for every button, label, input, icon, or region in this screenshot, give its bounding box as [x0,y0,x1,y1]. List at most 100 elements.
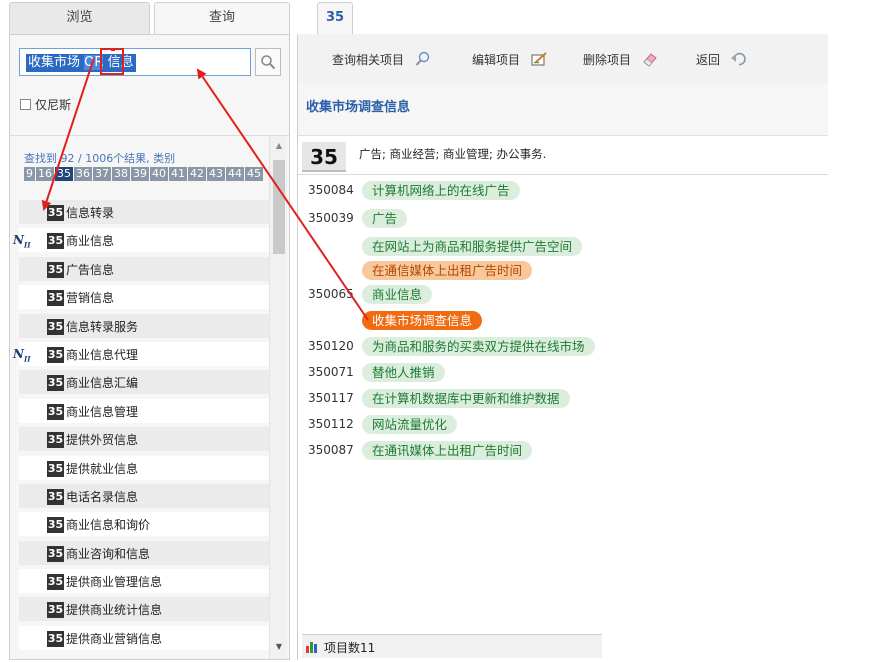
result-label: 商业信息 [66,234,115,249]
class-chip-45[interactable]: 45 [245,167,263,181]
result-item[interactable]: 35 提供商业营销信息 [10,623,269,651]
result-item[interactable]: 35 信息转录 [10,197,269,225]
class-chip-43[interactable]: 43 [207,167,225,181]
result-label: 提供商业管理信息 [66,575,163,590]
class-filter-chips: 9 16 35 36 37 38 39 40 41 42 43 44 45 [24,166,264,181]
item-pill[interactable]: 在通讯媒体上出租广告时间 [362,441,533,460]
tab-browse[interactable]: 浏览 [9,2,150,34]
result-item[interactable]: 35 商业信息汇编 [10,367,269,395]
delete-item-label: 删除项目 [583,53,632,67]
result-item[interactable]: 35 商业咨询和信息 [10,538,269,566]
delete-item-button[interactable]: 删除项目 [583,51,659,69]
magnifier-icon [415,51,430,66]
item-pill[interactable]: 为商品和服务的买卖双方提供在线市场 [362,337,595,356]
class-chip-37[interactable]: 37 [93,167,111,181]
scroll-down-arrow-icon[interactable]: ▼ [270,642,288,652]
item-pill[interactable]: 替他人推销 [362,363,445,382]
class-chip-39[interactable]: 39 [131,167,149,181]
edit-item-button[interactable]: 编辑项目 [472,51,548,69]
similar-item-row: 在通信媒体上出租广告时间 [298,260,828,282]
class-badge: 35 [47,460,64,477]
class-badge: 35 [47,233,64,250]
result-label: 提供商业统计信息 [66,603,163,618]
class-badge: 35 [47,261,64,278]
detail-panel: 查询相关项目 编辑项目 删除项目 返回 收集市场调查信息 35 广告; 商业经营… [297,34,828,660]
result-item[interactable]: 35 提供外贸信息 [10,424,269,452]
left-panel: 浏览 查询 收集市场 OR 信息 仅尼斯 查找到 92 / 1006个结果, 类… [9,2,290,660]
item-pill[interactable]: 在通信媒体上出租广告时间 [362,261,533,280]
result-label: 电话名录信息 [66,489,139,504]
search-bar: 收集市场 OR 信息 [19,48,281,78]
result-item[interactable]: 35 信息转录服务 [10,311,269,339]
toolbar: 查询相关项目 编辑项目 删除项目 返回 [298,34,828,84]
annotation-highlight-box [100,48,124,75]
item-pill[interactable]: 广告 [362,209,408,228]
item-pill[interactable]: 在网站上为商品和服务提供广告空间 [362,237,583,256]
class-badge: 35 [47,630,64,647]
result-item[interactable]: 35 电话名录信息 [10,481,269,509]
class-chip-42[interactable]: 42 [188,167,206,181]
result-label: 商业信息和询价 [66,518,151,533]
scroll-up-arrow-icon[interactable]: ▲ [270,141,288,151]
class-chip-16[interactable]: 16 [36,167,54,181]
class-chip-40[interactable]: 40 [150,167,168,181]
class-badge: 35 [47,403,64,420]
result-item[interactable]: 35 提供就业信息 [10,453,269,481]
class-number: 35 [302,142,346,172]
class-badge: 35 [47,602,64,619]
item-pill[interactable]: 网站流量优化 [362,415,458,434]
similar-item-row: 350087 在通讯媒体上出租广告时间 [298,440,828,462]
title-bar: 收集市场调查信息 [298,84,828,136]
class-chip-9[interactable]: 9 [24,167,35,181]
nice-mark-icon: NII [13,233,31,250]
class-chip-36[interactable]: 36 [74,167,92,181]
class-chip-41[interactable]: 41 [169,167,187,181]
item-pill[interactable]: 在计算机数据库中更新和维护数据 [362,389,570,408]
result-item[interactable]: 35 营销信息 [10,282,269,310]
divider [298,174,828,175]
scroll-thumb[interactable] [273,160,285,254]
item-pill[interactable]: 计算机网络上的在线广告 [362,181,520,200]
result-label: 商业咨询和信息 [66,546,151,561]
query-related-button[interactable]: 查询相关项目 [332,51,432,69]
result-item[interactable]: NII 35 商业信息 [10,225,269,253]
results-area: 查找到 92 / 1006个结果, 类别 9 16 35 36 37 38 39 40 41 42… [10,136,289,659]
item-pill-current[interactable]: 收集市场调查信息 [362,311,483,330]
item-code: 350071 [308,365,354,379]
similar-item-row: 350039 广告 [298,208,828,230]
result-label: 商业信息代理 [66,347,139,362]
back-button[interactable]: 返回 [696,51,748,69]
class-chip-38[interactable]: 38 [112,167,130,181]
left-tabs: 浏览 查询 [9,2,290,34]
class-badge: 35 [47,488,64,505]
tab-search[interactable]: 查询 [154,2,290,34]
only-nice-label: 仅尼斯 [35,98,72,112]
checkbox-box[interactable] [20,99,31,110]
result-label: 提供商业营销信息 [66,631,163,646]
class-chip-44[interactable]: 44 [226,167,244,181]
result-item[interactable]: 35 提供商业统计信息 [10,594,269,622]
edit-item-label: 编辑项目 [472,53,521,67]
tab-class-35[interactable]: 35 [317,2,353,34]
result-label: 提供外贸信息 [66,433,139,448]
result-item[interactable]: 35 提供商业管理信息 [10,566,269,594]
similar-item-row: 收集市场调查信息 [298,310,828,332]
back-label: 返回 [696,53,721,67]
similar-item-row: 350120 为商品和服务的买卖双方提供在线市场 [298,336,828,358]
result-item[interactable]: 35 商业信息管理 [10,396,269,424]
search-input[interactable]: 收集市场 OR 信息 [19,48,251,76]
page-title: 收集市场调查信息 [306,100,411,115]
result-item[interactable]: NII 35 商业信息代理 [10,339,269,367]
class-badge: 35 [47,432,64,449]
result-item[interactable]: 35 商业信息和询价 [10,509,269,537]
item-code: 350065 [308,287,354,301]
annotation-marker [111,48,115,51]
search-button[interactable] [255,48,281,76]
result-item[interactable]: 35 广告信息 [10,254,269,282]
class-chip-35[interactable]: 35 [55,167,73,181]
eraser-icon [643,53,657,67]
class-badge: 35 [47,205,64,221]
only-nice-checkbox[interactable]: 仅尼斯 [20,97,71,113]
item-pill[interactable]: 商业信息 [362,285,433,304]
results-scrollbar[interactable]: ▲ ▼ [269,136,287,659]
